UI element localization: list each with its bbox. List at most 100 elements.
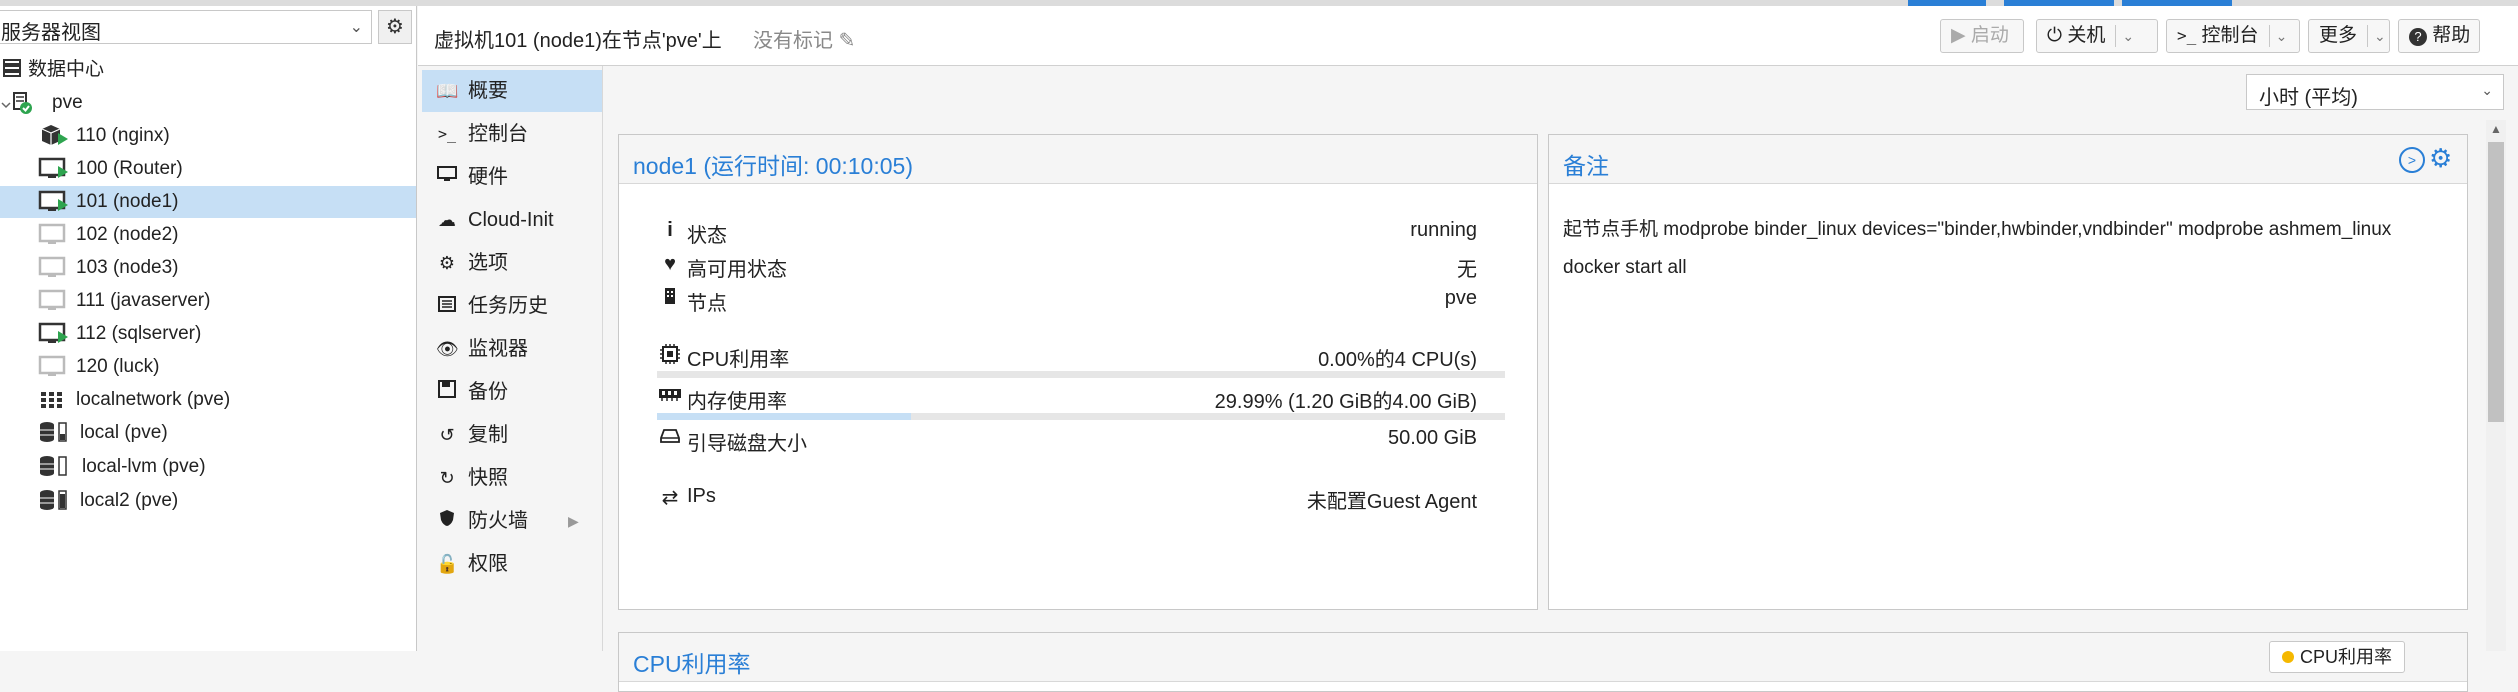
timeframe-value: 小时 (平均) — [2259, 87, 2358, 109]
content-header: 虚拟机101 (node1)在节点'pve'上 没有标记 ✎ ▶ 启动 ⏻ 关机… — [418, 6, 2518, 66]
shutdown-button[interactable]: ⏻ 关机 ⌄ — [2036, 19, 2158, 53]
nav-monitor[interactable]: 👁 监视器 — [422, 328, 602, 370]
history-icon: ↻ — [439, 468, 455, 488]
nav-label: 任务历史 — [468, 295, 548, 317]
view-selector[interactable]: 服务器视图 ⌄ — [0, 10, 372, 44]
tree-item-guest-selected[interactable]: 101 (node1) — [0, 186, 416, 218]
help-button[interactable]: ? 帮助 — [2398, 19, 2480, 53]
status-row: ♥ 高可用状态 无 — [657, 253, 1477, 283]
tree-item-guest[interactable]: 112 (sqlserver) — [0, 318, 416, 350]
list-icon — [436, 285, 458, 327]
cpu-chart-title: CPU利用率 — [633, 651, 751, 677]
nav-task-history[interactable]: 任务历史 — [422, 285, 602, 327]
nav-label: 控制台 — [468, 123, 528, 145]
scrollbar-thumb[interactable] — [2488, 142, 2504, 422]
nav-cloud-init[interactable]: ☁ Cloud-Init — [422, 199, 602, 241]
cpu-icon — [657, 343, 683, 371]
page-title: 虚拟机101 (node1)在节点'pve'上 — [434, 30, 722, 52]
status-row-label: 节点 — [687, 293, 727, 315]
tree-item-guest[interactable]: 100 (Router) — [0, 153, 416, 185]
memory-progress-fill — [657, 413, 912, 420]
notes-panel-title: 备注 — [1563, 153, 1609, 179]
tree-item-storage[interactable]: local2 (pve) — [0, 485, 416, 517]
terminal-icon: >_ — [437, 125, 457, 143]
nav-console[interactable]: >_ 控制台 — [422, 113, 602, 155]
tree-item-network[interactable]: localnetwork (pve) — [0, 384, 416, 416]
tree-item-label: 102 (node2) — [76, 224, 179, 245]
tree-item-guest[interactable]: 102 (node2) — [0, 219, 416, 251]
tree-item-guest[interactable]: 120 (luck) — [0, 351, 416, 383]
status-row: ⇄ IPs 未配置Guest Agent — [657, 485, 1477, 515]
nav-backup[interactable]: 备份 — [422, 371, 602, 413]
tree-item-guest[interactable]: 111 (javaserver) — [0, 285, 416, 317]
status-row-label: CPU利用率 — [687, 349, 790, 371]
chevron-down-icon: ⌄ — [349, 19, 363, 36]
status-row-label: 内存使用率 — [687, 391, 787, 413]
chevron-right-circle-icon[interactable]: > — [2399, 147, 2425, 173]
nav-label: Cloud-Init — [468, 209, 554, 231]
status-row-label: 高可用状态 — [687, 259, 787, 281]
tags-editor[interactable]: 没有标记 ✎ — [753, 24, 855, 53]
nav-summary[interactable]: 📖 概要 — [422, 70, 602, 112]
gear-icon[interactable]: ⚙ — [2429, 143, 2452, 174]
floppy-icon — [436, 371, 458, 413]
shutdown-label: 关机 — [2067, 25, 2106, 46]
legend-label: CPU利用率 — [2300, 647, 2393, 667]
tree-item-storage[interactable]: local-lvm (pve) — [0, 451, 416, 483]
tree-item-label: 100 (Router) — [76, 158, 183, 179]
start-button[interactable]: ▶ 启动 — [1940, 19, 2024, 53]
book-icon: 📖 — [436, 81, 459, 101]
nav-snapshots[interactable]: ↻ 快照 — [422, 457, 602, 499]
nav-replication[interactable]: ↺ 复制 — [422, 414, 602, 456]
nav-label: 复制 — [468, 424, 508, 446]
status-row-value: running — [1410, 219, 1477, 241]
status-row: 节点 pve — [657, 287, 1477, 317]
status-row-value: pve — [1444, 287, 1477, 309]
more-button[interactable]: 更多 ⌄ — [2308, 19, 2390, 53]
cloud-icon: ☁ — [438, 210, 456, 230]
chevron-down-icon: ⌄ — [2374, 28, 2386, 44]
pencil-icon: ✎ — [838, 30, 856, 52]
nav-hardware[interactable]: 硬件 — [422, 156, 602, 198]
nav-label: 快照 — [468, 467, 508, 489]
tree-item-label: local-lvm (pve) — [82, 456, 206, 477]
status-row-value: 未配置Guest Agent — [1306, 491, 1477, 513]
status-row: 内存使用率 29.99% (1.20 GiB的4.00 GiB) — [657, 385, 1477, 415]
tree-item-label: localnetwork (pve) — [76, 389, 231, 410]
nav-permissions[interactable]: 🔓 权限 — [422, 543, 602, 585]
cpu-chart-panel: CPU利用率 CPU利用率 — [618, 632, 2468, 692]
nav-label: 监视器 — [468, 338, 528, 360]
content-scrollbar[interactable]: ▲ — [2486, 120, 2506, 651]
tree-item-node-pve[interactable]: pve — [0, 87, 416, 119]
nav-options[interactable]: ⚙ 选项 — [422, 242, 602, 284]
hdd-icon — [657, 427, 683, 450]
tree-item-guest[interactable]: 103 (node3) — [0, 252, 416, 284]
status-row-label: 状态 — [687, 225, 727, 247]
tree-item-storage[interactable]: local (pve) — [0, 417, 416, 449]
nav-firewall[interactable]: 防火墙 ▶ — [422, 500, 602, 542]
heartbeat-icon: ♥ — [664, 253, 676, 275]
timeframe-selector[interactable]: 小时 (平均) ⌄ — [2246, 74, 2504, 110]
tree-item-datacenter[interactable]: 数据中心 — [0, 54, 416, 86]
tree-item-label: 110 (nginx) — [76, 125, 170, 146]
tree-item-label: pve — [52, 92, 83, 113]
status-panel-header: node1 (运行时间: 00:10:05) — [619, 135, 1537, 184]
status-row-value: 50.00 GiB — [1388, 427, 1477, 449]
chevron-right-icon: ▶ — [568, 513, 579, 529]
console-button[interactable]: >_ 控制台 ⌄ — [2166, 19, 2300, 53]
cpu-chart-legend[interactable]: CPU利用率 — [2269, 641, 2406, 673]
tree-settings-button[interactable]: ⚙ — [378, 10, 412, 44]
tree-item-label: 120 (luck) — [76, 356, 160, 377]
tree-item-label: local (pve) — [80, 422, 168, 443]
status-row-value: 无 — [1457, 259, 1477, 281]
nav-label: 备份 — [468, 381, 508, 403]
status-row: i 状态 running — [657, 219, 1477, 249]
tree-item-guest[interactable]: 110 (nginx) — [0, 120, 416, 152]
nav-label: 防火墙 — [468, 510, 528, 532]
tree-item-label: local2 (pve) — [80, 490, 179, 511]
status-row-label: 引导磁盘大小 — [687, 433, 807, 455]
power-icon: ⏻ — [2047, 25, 2063, 46]
storage-icon — [38, 485, 78, 526]
shield-icon — [436, 500, 458, 542]
exchange-icon: ⇄ — [661, 487, 679, 509]
